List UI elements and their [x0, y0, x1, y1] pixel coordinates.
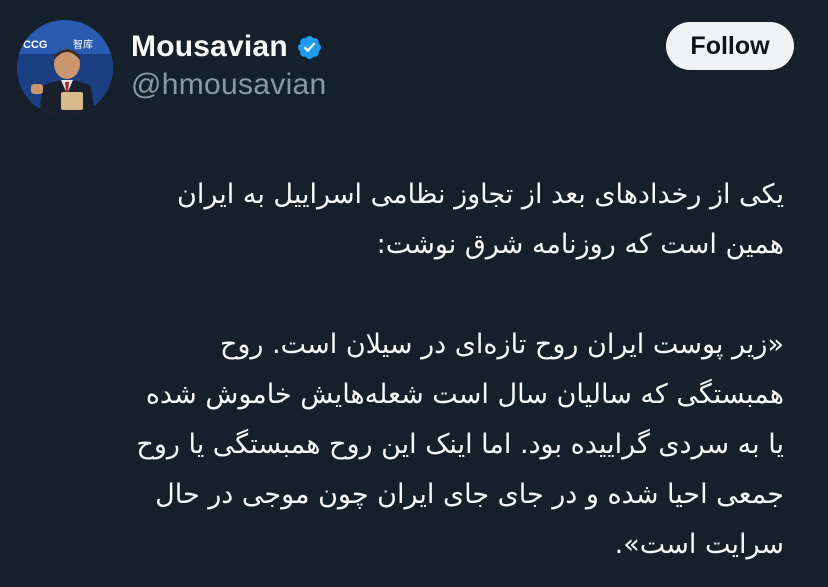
follow-button[interactable]: Follow — [666, 22, 794, 70]
tweet-line: همین است که روزنامه شرق نوشت: — [376, 229, 784, 260]
tweet-header: CCG 智库 Mousavian @hmousavian Follow — [0, 0, 828, 130]
tweet-text: یکی از رخدادهای بعد از تجاوز نظامی اسرای… — [30, 170, 784, 570]
display-name[interactable]: Mousavian — [131, 30, 288, 64]
avatar[interactable]: CCG 智库 — [17, 20, 113, 116]
tweet-line: همبستگی که سالیان سال است شعله‌هایش خامو… — [145, 379, 784, 410]
user-handle[interactable]: @hmousavian — [131, 68, 327, 102]
tweet-line: یا به سردی گراییده بود. اما اینک این روح… — [136, 429, 784, 460]
tweet-line: «زیر پوست ایران روح تازه‌ای در سیلان است… — [219, 329, 784, 360]
tweet-line: سرایت است». — [614, 529, 784, 560]
svg-text:智库: 智库 — [73, 38, 93, 51]
tweet-line: یکی از رخدادهای بعد از تجاوز نظامی اسرای… — [177, 179, 784, 210]
tweet-line: جمعی احیا شده و در جای جای ایران چون موج… — [155, 479, 784, 510]
name-row: Mousavian — [131, 27, 323, 67]
verified-badge-icon — [296, 34, 323, 61]
tweet-paragraph-2: «زیر پوست ایران روح تازه‌ای در سیلان است… — [30, 320, 784, 570]
tweet-paragraph-1: یکی از رخدادهای بعد از تجاوز نظامی اسرای… — [30, 170, 784, 270]
svg-text:CCG: CCG — [23, 39, 47, 51]
profile-photo: CCG 智库 — [17, 20, 113, 116]
